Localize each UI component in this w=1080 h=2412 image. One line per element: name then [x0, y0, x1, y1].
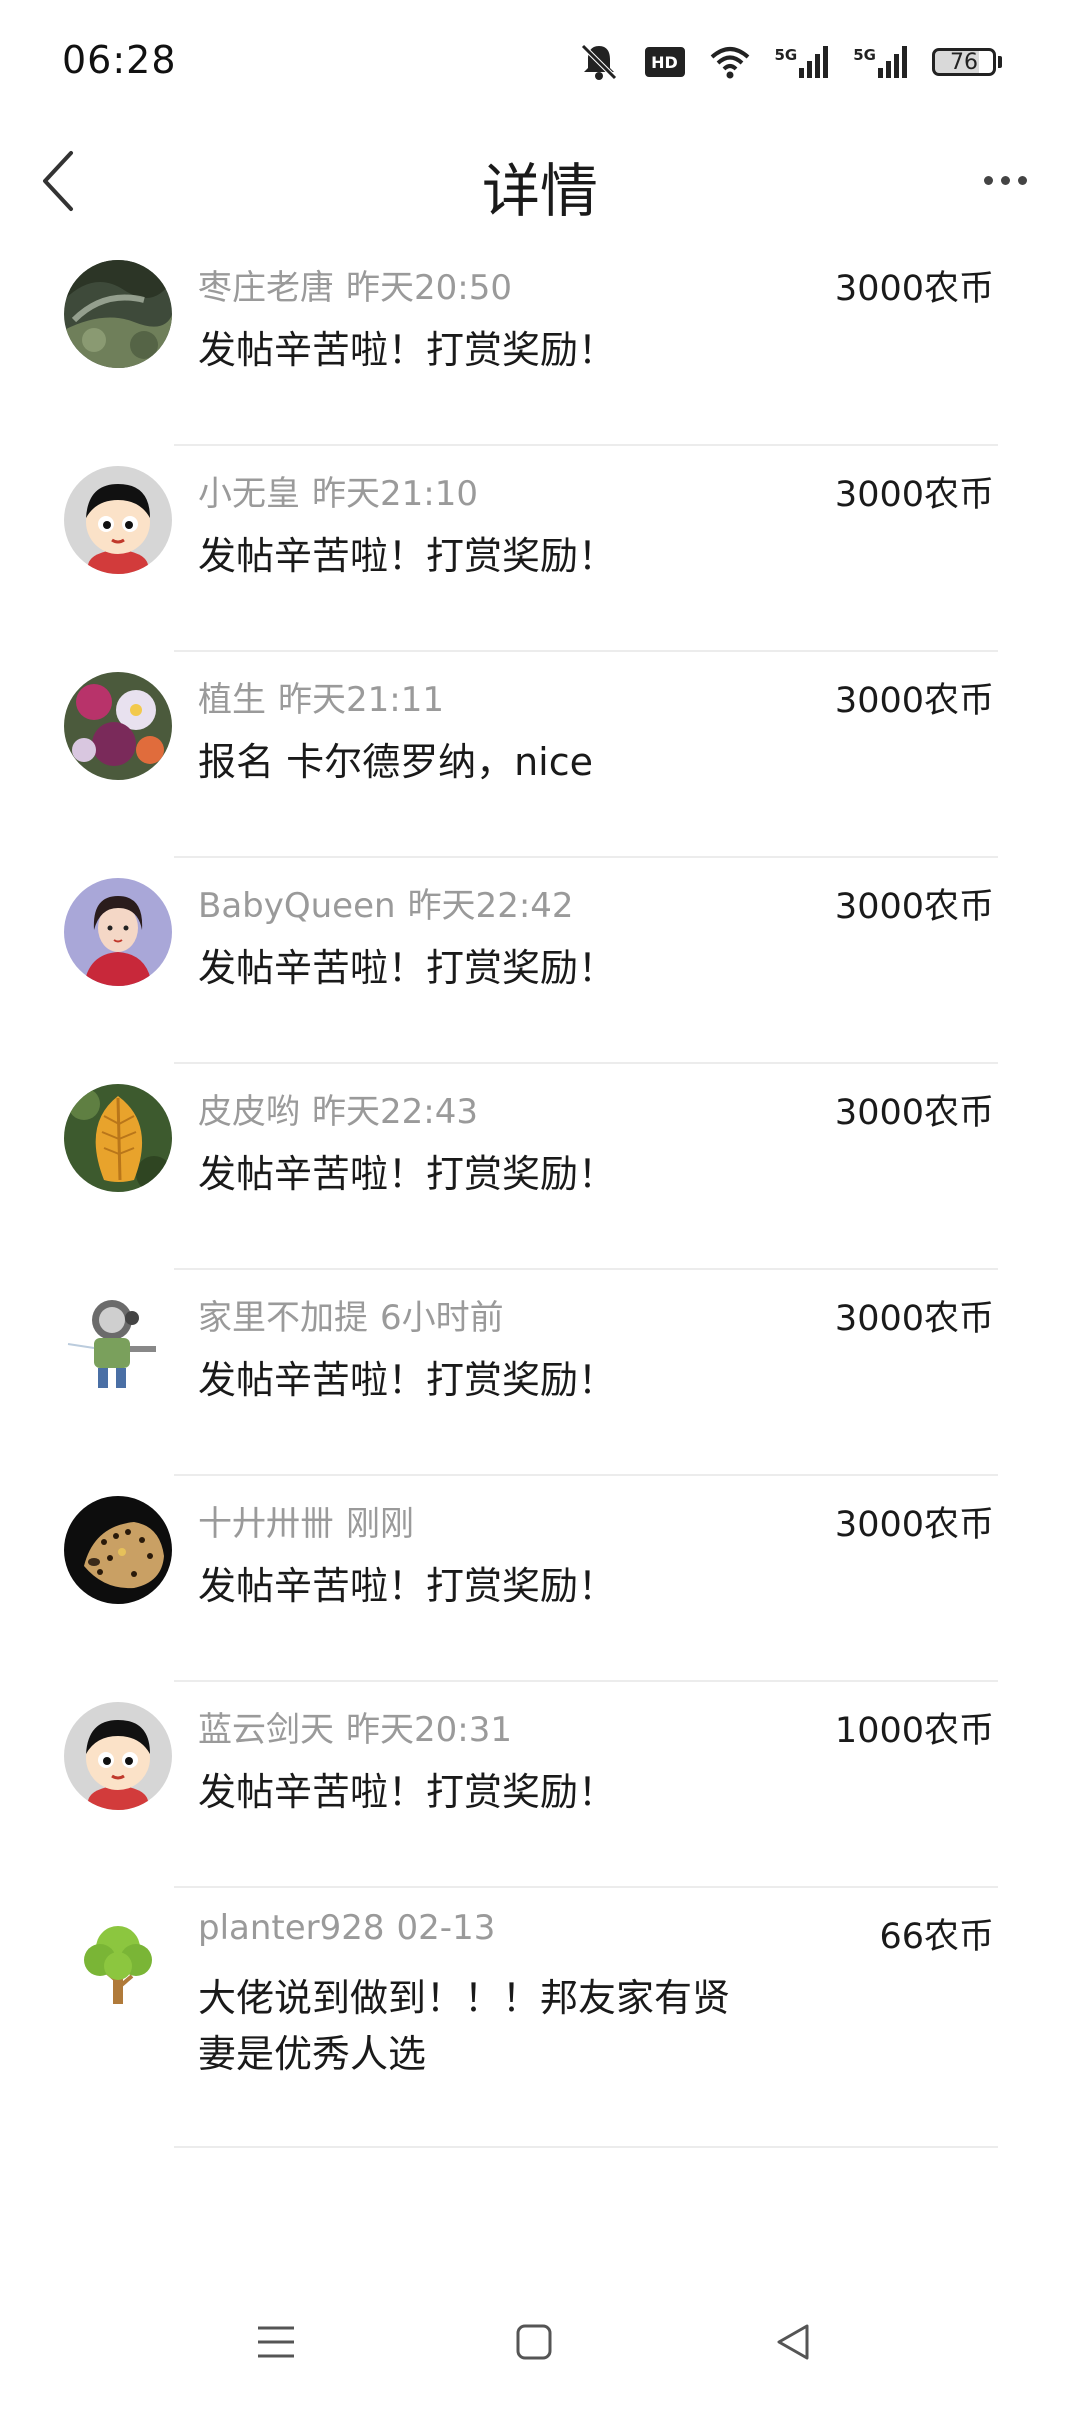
username[interactable]: 植生: [198, 680, 266, 720]
battery-icon: 76: [932, 48, 1002, 76]
reward-amount: 3000农币: [834, 1505, 994, 1545]
reward-message: 发帖辛苦啦！打赏奖励！: [198, 1152, 617, 1196]
avatar[interactable]: [64, 878, 172, 986]
leaf-avatar-icon: [64, 1084, 172, 1192]
cartoon-kid-avatar-icon: [64, 466, 172, 574]
home-square-icon: [516, 2324, 552, 2360]
reward-amount: 3000农币: [834, 887, 994, 927]
reward-message: 发帖辛苦啦！打赏奖励！: [198, 1770, 617, 1814]
header-bar: 详情: [0, 120, 1080, 240]
item-meta: 植生 昨天21:11: [198, 672, 444, 721]
battery-level: 76: [932, 48, 996, 76]
username[interactable]: 小无皇: [198, 474, 300, 514]
reward-amount: 3000农币: [834, 475, 994, 515]
username[interactable]: 家里不加提: [198, 1298, 368, 1338]
timestamp: 昨天20:50: [346, 268, 512, 308]
item-meta: 蓝云剑天 昨天20:31: [198, 1702, 512, 1751]
robot-avatar-icon: [64, 1290, 172, 1398]
avatar[interactable]: [64, 1084, 172, 1192]
reward-message: 报名 卡尔德罗纳，nice: [198, 740, 593, 784]
status-bar: 06:28 HD 5G 5G 76: [0, 0, 1080, 120]
leopard-avatar-icon: [64, 1496, 172, 1604]
avatar[interactable]: [64, 1496, 172, 1604]
mute-bell-icon: [577, 42, 621, 82]
reward-message: 发帖辛苦啦！打赏奖励！: [198, 1564, 617, 1608]
username[interactable]: 十廾卅卌: [198, 1504, 334, 1544]
list-item[interactable]: 蓝云剑天 昨天20:31 1000农币 发帖辛苦啦！打赏奖励！: [0, 1682, 1080, 1888]
reward-list: 枣庄老唐 昨天20:50 3000农币 发帖辛苦啦！打赏奖励！ 小无皇 昨天21:1…: [0, 240, 1080, 2148]
tree-avatar-icon: [64, 1908, 172, 2016]
cartoon-kid-avatar-icon: [64, 1702, 172, 1810]
timestamp: 昨天21:10: [312, 474, 478, 514]
username[interactable]: 蓝云剑天: [198, 1710, 334, 1750]
list-item[interactable]: planter928 02-13 66农币 大佬说到做到！！！邦友家有贤妻是优秀人…: [0, 1888, 1080, 2148]
status-time: 06:28: [62, 38, 177, 82]
username[interactable]: 皮皮哟: [198, 1092, 300, 1132]
item-meta: planter928 02-13: [198, 1908, 495, 1948]
avatar[interactable]: [64, 260, 172, 368]
list-item[interactable]: 家里不加提 6小时前 3000农币 发帖辛苦啦！打赏奖励！: [0, 1270, 1080, 1476]
reward-message: 发帖辛苦啦！打赏奖励！: [198, 1358, 617, 1402]
nav-menu-button[interactable]: [246, 2312, 306, 2372]
signal-5g-icon-2: 5G: [853, 46, 908, 78]
avatar[interactable]: [64, 1702, 172, 1810]
list-item[interactable]: 植生 昨天21:11 3000农币 报名 卡尔德罗纳，nice: [0, 652, 1080, 858]
menu-icon: [258, 2326, 294, 2358]
more-button[interactable]: [970, 160, 1040, 200]
nav-back-button[interactable]: [762, 2312, 822, 2372]
page-title: 详情: [481, 157, 598, 225]
reward-message: 发帖辛苦啦！打赏奖励！: [198, 328, 617, 372]
timestamp: 昨天20:31: [346, 1710, 512, 1750]
reward-amount: 3000农币: [834, 269, 994, 309]
avatar[interactable]: [64, 1290, 172, 1398]
flowers-avatar-icon: [64, 672, 172, 780]
timestamp: 昨天22:43: [312, 1092, 478, 1132]
status-icons: HD 5G 5G 76: [577, 40, 1002, 84]
reward-amount: 3000农币: [834, 681, 994, 721]
avatar[interactable]: [64, 1908, 172, 2016]
reward-message: 发帖辛苦啦！打赏奖励！: [198, 946, 617, 990]
divider: [174, 2146, 998, 2148]
reward-amount: 3000农币: [834, 1299, 994, 1339]
signal-5g-icon: 5G: [775, 46, 830, 78]
list-item[interactable]: BabyQueen 昨天22:42 3000农币 发帖辛苦啦！打赏奖励！: [0, 858, 1080, 1064]
list-item[interactable]: 枣庄老唐 昨天20:50 3000农币 发帖辛苦啦！打赏奖励！: [0, 240, 1080, 446]
username[interactable]: 枣庄老唐: [198, 268, 334, 308]
system-nav-bar: [0, 2290, 1080, 2390]
timestamp: 02-13: [396, 1908, 496, 1948]
landscape-avatar-icon: [64, 260, 172, 368]
portrait-avatar-icon: [64, 878, 172, 986]
username[interactable]: BabyQueen: [198, 886, 396, 926]
hd-icon: HD: [644, 47, 685, 77]
item-meta: 枣庄老唐 昨天20:50: [198, 260, 512, 309]
timestamp: 刚刚: [346, 1504, 414, 1544]
reward-message: 发帖辛苦啦！打赏奖励！: [198, 534, 617, 578]
wifi-icon: [709, 45, 751, 79]
item-meta: 皮皮哟 昨天22:43: [198, 1084, 478, 1133]
timestamp: 昨天21:11: [278, 680, 444, 720]
nav-home-button[interactable]: [504, 2312, 564, 2372]
item-meta: 十廾卅卌 刚刚: [198, 1496, 414, 1545]
list-item[interactable]: 十廾卅卌 刚刚 3000农币 发帖辛苦啦！打赏奖励！: [0, 1476, 1080, 1682]
avatar[interactable]: [64, 672, 172, 780]
reward-amount: 66农币: [879, 1917, 994, 1957]
reward-amount: 1000农币: [834, 1711, 994, 1751]
timestamp: 6小时前: [380, 1298, 504, 1338]
list-item[interactable]: 皮皮哟 昨天22:43 3000农币 发帖辛苦啦！打赏奖励！: [0, 1064, 1080, 1270]
triangle-back-icon: [777, 2324, 809, 2360]
timestamp: 昨天22:42: [407, 886, 574, 926]
item-meta: BabyQueen 昨天22:42: [198, 878, 574, 927]
item-meta: 小无皇 昨天21:10: [198, 466, 478, 515]
username[interactable]: planter928: [198, 1908, 385, 1948]
more-dots-icon: [983, 175, 993, 185]
reward-message: 大佬说到做到！！！邦友家有贤妻是优秀人选: [198, 1976, 731, 2076]
avatar[interactable]: [64, 466, 172, 574]
reward-amount: 3000农币: [834, 1093, 994, 1133]
list-item[interactable]: 小无皇 昨天21:10 3000农币 发帖辛苦啦！打赏奖励！: [0, 446, 1080, 652]
item-meta: 家里不加提 6小时前: [198, 1290, 504, 1339]
